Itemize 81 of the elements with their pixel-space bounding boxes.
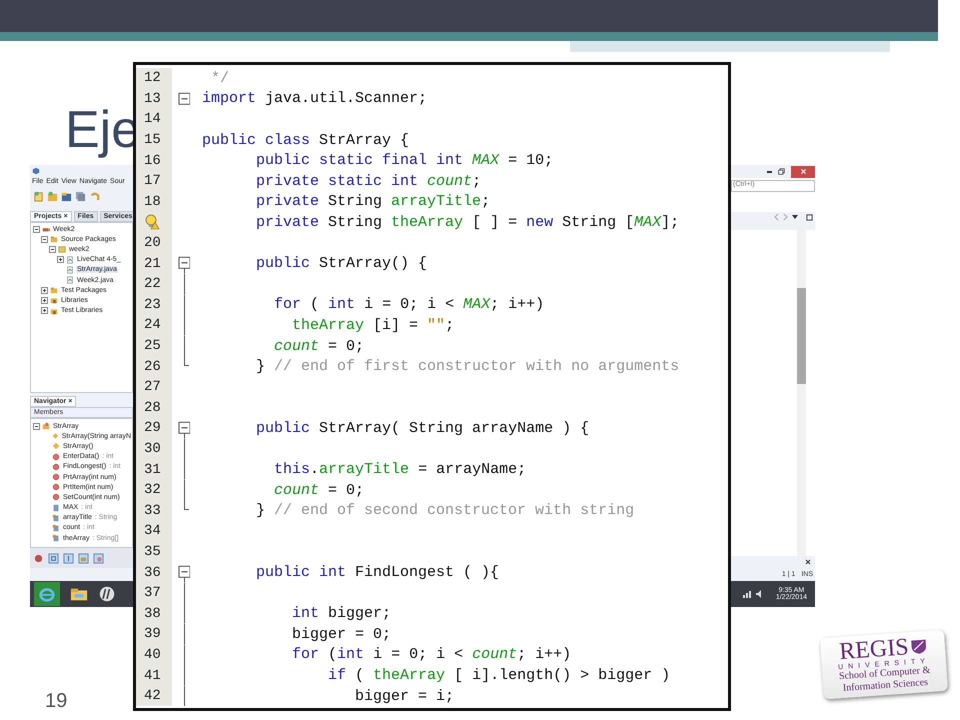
code-line: bigger = 0; (291, 626, 392, 643)
code-line: public static final int MAX = 10; (255, 152, 554, 170)
line-number: 30 (144, 440, 161, 457)
line-number: 31 (144, 462, 161, 478)
slide-number: 19 (45, 690, 68, 713)
line-number: 13 (144, 90, 161, 107)
line-number: 23 (144, 296, 161, 313)
line-number: 24 (144, 317, 161, 334)
scrollbar[interactable] (797, 230, 806, 556)
line-number: 16 (144, 152, 161, 169)
close-icon (800, 168, 806, 175)
code-line: private static int count; (255, 172, 482, 190)
code-line: if ( theArray [ i].length() > bigger ) (327, 667, 670, 684)
expand-icon[interactable] (41, 307, 48, 314)
line-number: 40 (144, 646, 161, 663)
code-line: count = 0; (273, 482, 364, 499)
code-line: } // end of second constructor with string (255, 502, 634, 520)
collapse-icon[interactable] (33, 226, 40, 233)
expand-icon[interactable] (41, 296, 48, 304)
code-line: int bigger; (291, 605, 392, 622)
collapse-icon[interactable] (41, 236, 48, 243)
code-line: private String theArray [ ] = new String [MAX]; (255, 214, 680, 231)
code-line: theArray [i] = ""; (291, 316, 454, 334)
line-number: 35 (144, 544, 161, 560)
code-line: public int FindLongest ( ){ (255, 564, 500, 582)
warning-bulb-icon[interactable] (144, 214, 160, 230)
new-file-icon[interactable] (33, 190, 44, 202)
line-number: 26 (144, 358, 161, 375)
line-number: 22 (144, 276, 161, 292)
line-number: 39 (144, 626, 161, 642)
code-line: for ( int i = 0; i < MAX; i++) (273, 296, 544, 314)
code-line: } // end of first constructor with no arguments (255, 358, 680, 376)
line-number: 15 (144, 132, 161, 148)
line-number: 21 (144, 256, 161, 272)
cube-icon (32, 166, 40, 174)
line-number: 34 (144, 523, 161, 540)
expand-icon[interactable] (41, 286, 48, 294)
square-icon[interactable] (48, 552, 59, 564)
filter-icon[interactable] (33, 552, 44, 564)
line-number: 18 (144, 194, 161, 210)
collapse-icon[interactable] (49, 246, 56, 253)
collapse-icon[interactable] (33, 422, 40, 430)
line-number: 20 (144, 235, 161, 252)
code-line: */ (210, 70, 230, 87)
folder-icon[interactable] (61, 190, 72, 202)
line-number: 27 (144, 379, 161, 396)
close-icon[interactable] (805, 559, 811, 565)
code-line: public StrArray( String arrayName ) { (255, 420, 590, 437)
field-filter-icon[interactable] (93, 552, 104, 564)
code-line: public class StrArray { (202, 132, 410, 149)
code-line: for (int i = 0; i < count; i++) (291, 646, 572, 664)
line-number: 33 (144, 502, 161, 519)
folder-icon[interactable] (70, 586, 88, 602)
code-line: private String arrayTitle; (255, 193, 490, 210)
expand-icon[interactable] (57, 256, 64, 264)
save-icon[interactable] (75, 190, 86, 202)
line-number: 17 (144, 173, 161, 190)
shield-icon (910, 638, 928, 656)
line-number: 14 (144, 111, 161, 128)
code-line: public StrArray() { (255, 255, 428, 272)
code-line: count = 0; (273, 338, 364, 355)
close-button[interactable] (791, 166, 815, 178)
line-number: 36 (144, 564, 161, 581)
logo-icon[interactable] (98, 586, 116, 602)
line-number: 28 (144, 400, 161, 416)
line-number: 25 (144, 338, 161, 354)
line-number: 42 (144, 688, 161, 704)
line-number: 37 (144, 585, 161, 602)
line-number: 41 (144, 668, 161, 684)
bar-icon[interactable] (63, 552, 74, 564)
code-line: this.arrayTitle = arrayName; (273, 461, 526, 478)
restore-icon[interactable] (778, 168, 785, 175)
line-number: 38 (144, 606, 161, 622)
line-number: 12 (144, 70, 161, 86)
code-line: import java.util.Scanner; (202, 90, 428, 108)
briefcase-icon[interactable] (78, 552, 89, 564)
minimize-icon[interactable] (767, 170, 772, 172)
line-number: 32 (144, 482, 161, 498)
maximize-icon[interactable] (806, 214, 813, 220)
code-line: bigger = i; (354, 688, 454, 705)
line-number: 29 (144, 420, 161, 436)
